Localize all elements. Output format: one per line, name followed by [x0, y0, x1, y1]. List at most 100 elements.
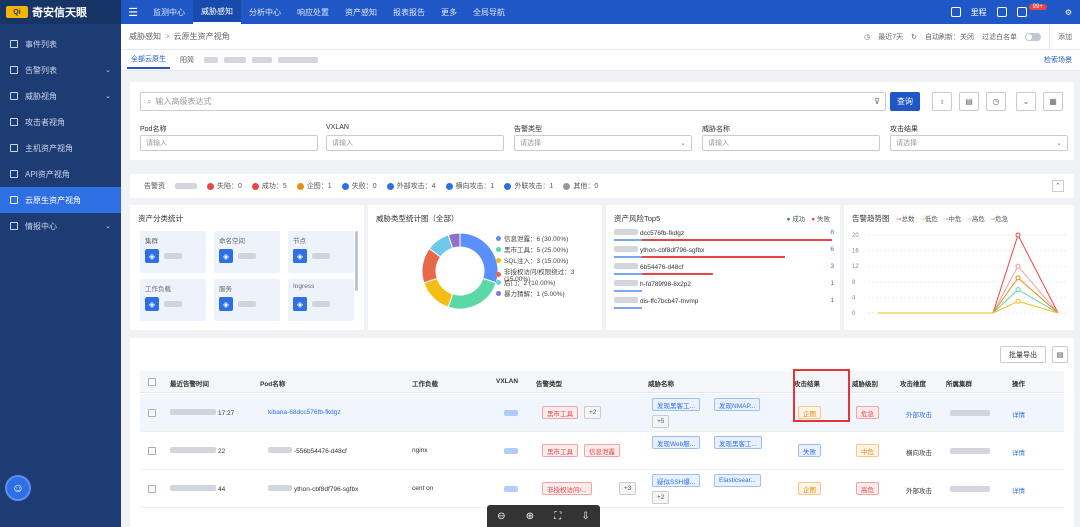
select-all-checkbox[interactable]	[148, 378, 156, 386]
alert-summary-item[interactable]: 失陷：0	[207, 181, 242, 191]
more-tag[interactable]: +2	[652, 491, 670, 504]
sidebar-item[interactable]: 情报中心 ⌄	[0, 213, 121, 239]
trend-point[interactable]	[1015, 275, 1021, 281]
column-header[interactable]: Pod名称	[260, 378, 285, 388]
trend-point[interactable]	[1015, 232, 1021, 238]
cell-pod[interactable]: -556b54476-d48cf	[268, 447, 347, 455]
auto-refresh-select[interactable]: 自动刷新：关闭	[925, 32, 974, 42]
row-checkbox[interactable]	[148, 409, 156, 417]
pie-slice[interactable]	[423, 277, 454, 308]
query-button[interactable]: 查询	[890, 92, 920, 111]
trend-series-line[interactable]	[878, 277, 1059, 314]
batch-export-button[interactable]: 批量导出	[1000, 346, 1046, 363]
filter-field[interactable]: 请选择 ⌄	[514, 135, 692, 151]
alert-summary-item[interactable]: 失败：0	[341, 181, 377, 191]
alert-summary-item[interactable]: 外联攻击：1	[504, 181, 553, 191]
threat-name-tag[interactable]: 疑似SSH爆...	[652, 474, 701, 487]
history-icon[interactable]: ◷	[986, 92, 1006, 111]
calendar-icon[interactable]	[950, 7, 961, 17]
user-name[interactable]: 里程	[971, 7, 987, 18]
assistant-icon[interactable]: ☺	[5, 475, 31, 501]
asset-tile[interactable]: Ingress ◈	[288, 279, 354, 321]
sidebar-item[interactable]: 主机资产视角	[0, 135, 121, 161]
alert-type-tag[interactable]: 黑市工具	[542, 406, 578, 419]
breadcrumb-item[interactable]: 威胁感知	[129, 31, 161, 42]
top-nav-item[interactable]: 全局导航	[465, 0, 513, 24]
sidebar-item[interactable]: API资产视角	[0, 161, 121, 187]
threat-name-tag[interactable]: 发现Web服...	[652, 436, 701, 449]
column-header[interactable]: 所属集群	[946, 378, 972, 388]
collapse-icon[interactable]: ⌃	[1052, 180, 1064, 192]
bulb-icon[interactable]: ♁	[932, 92, 952, 111]
row-checkbox[interactable]	[148, 485, 156, 493]
cell-pod[interactable]: kibana-68dcc576fb-fkdgz	[268, 409, 341, 416]
zoom-in-icon[interactable]: ⊕	[526, 511, 534, 522]
top-nav-item[interactable]: 报表报告	[385, 0, 433, 24]
trend-point[interactable]	[1015, 298, 1021, 304]
threat-name-tag[interactable]: Elasticsear...	[714, 474, 761, 487]
pie-legend-item[interactable]: 后门：2 (10.00%)	[496, 277, 555, 287]
table-row[interactable]: 22 -556b54476-d48cf nginx 黑市工具 信息泄露 发现Web服...…	[140, 432, 1064, 470]
column-header[interactable]: 威胁级别	[852, 378, 878, 388]
download-icon[interactable]: ⇩	[581, 511, 589, 522]
expand-icon[interactable]: ⌄	[1016, 92, 1036, 111]
sidebar-item[interactable]: 云原生资产视角	[0, 187, 121, 213]
alert-summary-item[interactable]: 外部攻击：4	[386, 181, 436, 191]
trend-legend-item[interactable]: ⊸低危	[919, 213, 937, 223]
zoom-out-icon[interactable]: ⊖	[497, 511, 505, 522]
filter-field[interactable]: 请输入	[702, 135, 880, 151]
alert-type-tag[interactable]: 非授权访问/...	[542, 482, 592, 495]
asset-tile[interactable]: 集群 ◈	[140, 231, 206, 273]
more-tag[interactable]: +5	[652, 415, 670, 428]
fullscreen-icon[interactable]: ⛶	[554, 511, 561, 522]
column-header[interactable]: 告警类型	[536, 378, 562, 388]
asset-tile[interactable]: 服务 ◈	[214, 279, 280, 321]
tab-blurred[interactable]	[224, 57, 246, 63]
search-input[interactable]: ⌕ 输入高级表达式 ⊽	[140, 92, 886, 111]
column-header[interactable]: 攻击维度	[900, 378, 926, 388]
top5-row[interactable]: dcc576fb-fkdgz 8	[614, 229, 834, 244]
tab-blurred[interactable]	[252, 57, 272, 63]
row-checkbox[interactable]	[148, 447, 156, 455]
trend-legend-item[interactable]: ⊸总数	[896, 213, 914, 223]
pie-slice[interactable]	[459, 232, 499, 284]
tab-blurred[interactable]	[278, 57, 318, 63]
menu-icon[interactable]: ☰	[121, 6, 145, 19]
column-header[interactable]: VXLAN	[496, 378, 518, 385]
filter-field[interactable]: 请输入	[326, 135, 504, 151]
trend-series-line[interactable]	[878, 300, 1059, 314]
column-settings-icon[interactable]: ▤	[1052, 346, 1068, 363]
alert-summary-item[interactable]: 企图：1	[296, 181, 332, 191]
tab-all-cloud[interactable]: 全部云原生	[127, 51, 170, 69]
filter-field[interactable]: 请输入	[140, 135, 318, 151]
sidebar-item[interactable]: 告警列表 ⌄	[0, 57, 121, 83]
top-nav-item[interactable]: 监测中心	[145, 0, 193, 24]
top-nav-item[interactable]: 资产感知	[337, 0, 385, 24]
column-header[interactable]: 工作负载	[412, 378, 438, 388]
table-row[interactable]: 17:27 kibana-68dcc576fb-fkdgz 黑市工具 +2 发现黑客工.…	[140, 394, 1064, 432]
alert-summary-item[interactable]: 其他：0	[563, 181, 598, 191]
sidebar-item[interactable]: 攻击者视角	[0, 109, 121, 135]
top-nav-item[interactable]: 响应处置	[289, 0, 337, 24]
sidebar-item[interactable]: 事件列表	[0, 31, 121, 57]
qrcode-icon[interactable]	[996, 7, 1007, 17]
more-tag[interactable]: +2	[584, 406, 602, 419]
settings-icon[interactable]: ⚙	[1065, 8, 1072, 17]
pie-legend-item[interactable]: SQL注入：3 (15.00%)	[496, 255, 568, 265]
trend-series-line[interactable]	[878, 233, 1059, 314]
whitelist-toggle[interactable]	[1025, 33, 1041, 41]
asset-tile[interactable]: 工作负载 ◈	[140, 279, 206, 321]
threat-name-tag[interactable]: 发现黑客工...	[714, 436, 762, 449]
detail-link[interactable]: 详情	[1012, 447, 1025, 457]
trend-point[interactable]	[1015, 263, 1021, 269]
column-header[interactable]: 威胁名称	[648, 378, 674, 388]
tab-custom[interactable]: 阳简	[176, 52, 198, 68]
top-nav-item[interactable]: 更多	[433, 0, 465, 24]
trend-series-line[interactable]	[878, 288, 1059, 314]
filter-field[interactable]: 请选择 ⌄	[890, 135, 1068, 151]
pie-slice[interactable]	[447, 277, 497, 310]
top5-row[interactable]: ython-cbf8df796-sgfbx 6	[614, 246, 834, 261]
detail-link[interactable]: 详情	[1012, 409, 1025, 419]
trend-legend-item[interactable]: ⊸中危	[943, 213, 961, 223]
asset-tile[interactable]: 命名空间 ◈	[214, 231, 280, 273]
